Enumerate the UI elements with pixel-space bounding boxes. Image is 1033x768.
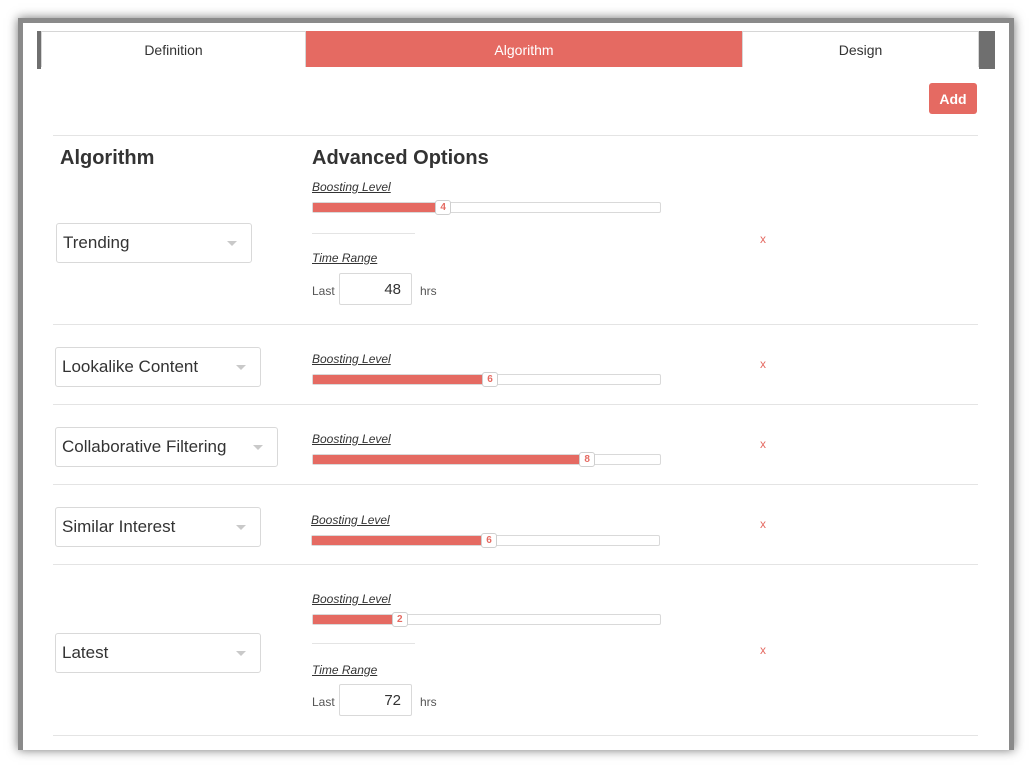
algorithm-select-value: Lookalike Content (62, 357, 199, 376)
boosting-level-slider[interactable]: 8 (312, 452, 661, 467)
slider-fill (313, 615, 400, 624)
tab-bar-gutter-right (979, 31, 995, 69)
tab-algorithm[interactable]: Algorithm (306, 31, 742, 67)
time-range-input[interactable] (339, 684, 412, 716)
last-label: Last (312, 284, 335, 298)
algorithm-select-value: Trending (63, 233, 130, 252)
remove-button[interactable]: x (760, 232, 766, 246)
chevron-down-icon (236, 365, 246, 370)
slider-fill (313, 203, 444, 212)
slider-handle[interactable]: 2 (391, 612, 408, 627)
divider (53, 564, 978, 565)
time-range-label: Time Range (312, 251, 378, 265)
slider-handle[interactable]: 4 (435, 200, 452, 215)
time-range-label: Time Range (312, 663, 378, 677)
boosting-level-slider[interactable]: 2 (312, 612, 661, 627)
boosting-level-slider[interactable]: 6 (312, 372, 661, 387)
divider (53, 404, 978, 405)
algorithm-select-value: Latest (62, 643, 109, 662)
remove-button[interactable]: x (760, 437, 766, 451)
chevron-down-icon (253, 445, 263, 450)
add-button[interactable]: Add (929, 83, 977, 114)
slider-fill (312, 536, 489, 545)
hrs-label: hrs (420, 284, 437, 298)
algorithm-select-value: Collaborative Filtering (62, 437, 227, 456)
divider (312, 643, 415, 644)
boosting-level-label: Boosting Level (312, 352, 391, 366)
hrs-label: hrs (420, 695, 437, 709)
algorithm-select[interactable]: Trending (56, 223, 252, 263)
chevron-down-icon (227, 241, 237, 246)
algorithm-select[interactable]: Lookalike Content (55, 347, 261, 387)
algorithm-panel: Definition Algorithm Design Add Algorith… (23, 23, 1009, 750)
boosting-level-label: Boosting Level (312, 432, 391, 446)
algorithm-select[interactable]: Similar Interest (55, 507, 261, 547)
divider (53, 484, 978, 485)
slider-fill (313, 375, 490, 384)
time-range-input[interactable] (339, 273, 412, 305)
divider (53, 735, 978, 736)
tab-definition[interactable]: Definition (41, 31, 306, 67)
boosting-level-slider[interactable]: 4 (312, 200, 661, 215)
boosting-level-slider[interactable]: 6 (311, 533, 660, 548)
remove-button[interactable]: x (760, 643, 766, 657)
remove-button[interactable]: x (760, 517, 766, 531)
algorithm-select[interactable]: Latest (55, 633, 261, 673)
boosting-level-label: Boosting Level (312, 180, 391, 194)
slider-handle[interactable]: 6 (480, 533, 497, 548)
last-label: Last (312, 695, 335, 709)
boosting-level-label: Boosting Level (312, 592, 391, 606)
divider (312, 233, 415, 234)
chevron-down-icon (236, 525, 246, 530)
divider (53, 135, 978, 136)
tab-bar: Definition Algorithm Design (37, 31, 995, 69)
slider-handle[interactable]: 6 (481, 372, 498, 387)
algorithm-column-heading: Algorithm (60, 147, 155, 169)
algorithm-select-value: Similar Interest (62, 517, 176, 536)
advanced-options-heading: Advanced Options (312, 147, 489, 169)
algorithm-select[interactable]: Collaborative Filtering (55, 427, 278, 467)
chevron-down-icon (236, 651, 246, 656)
tab-design[interactable]: Design (742, 31, 979, 67)
remove-button[interactable]: x (760, 357, 766, 371)
divider (53, 324, 978, 325)
slider-handle[interactable]: 8 (579, 452, 596, 467)
boosting-level-label: Boosting Level (311, 513, 390, 527)
slider-fill (313, 455, 588, 464)
